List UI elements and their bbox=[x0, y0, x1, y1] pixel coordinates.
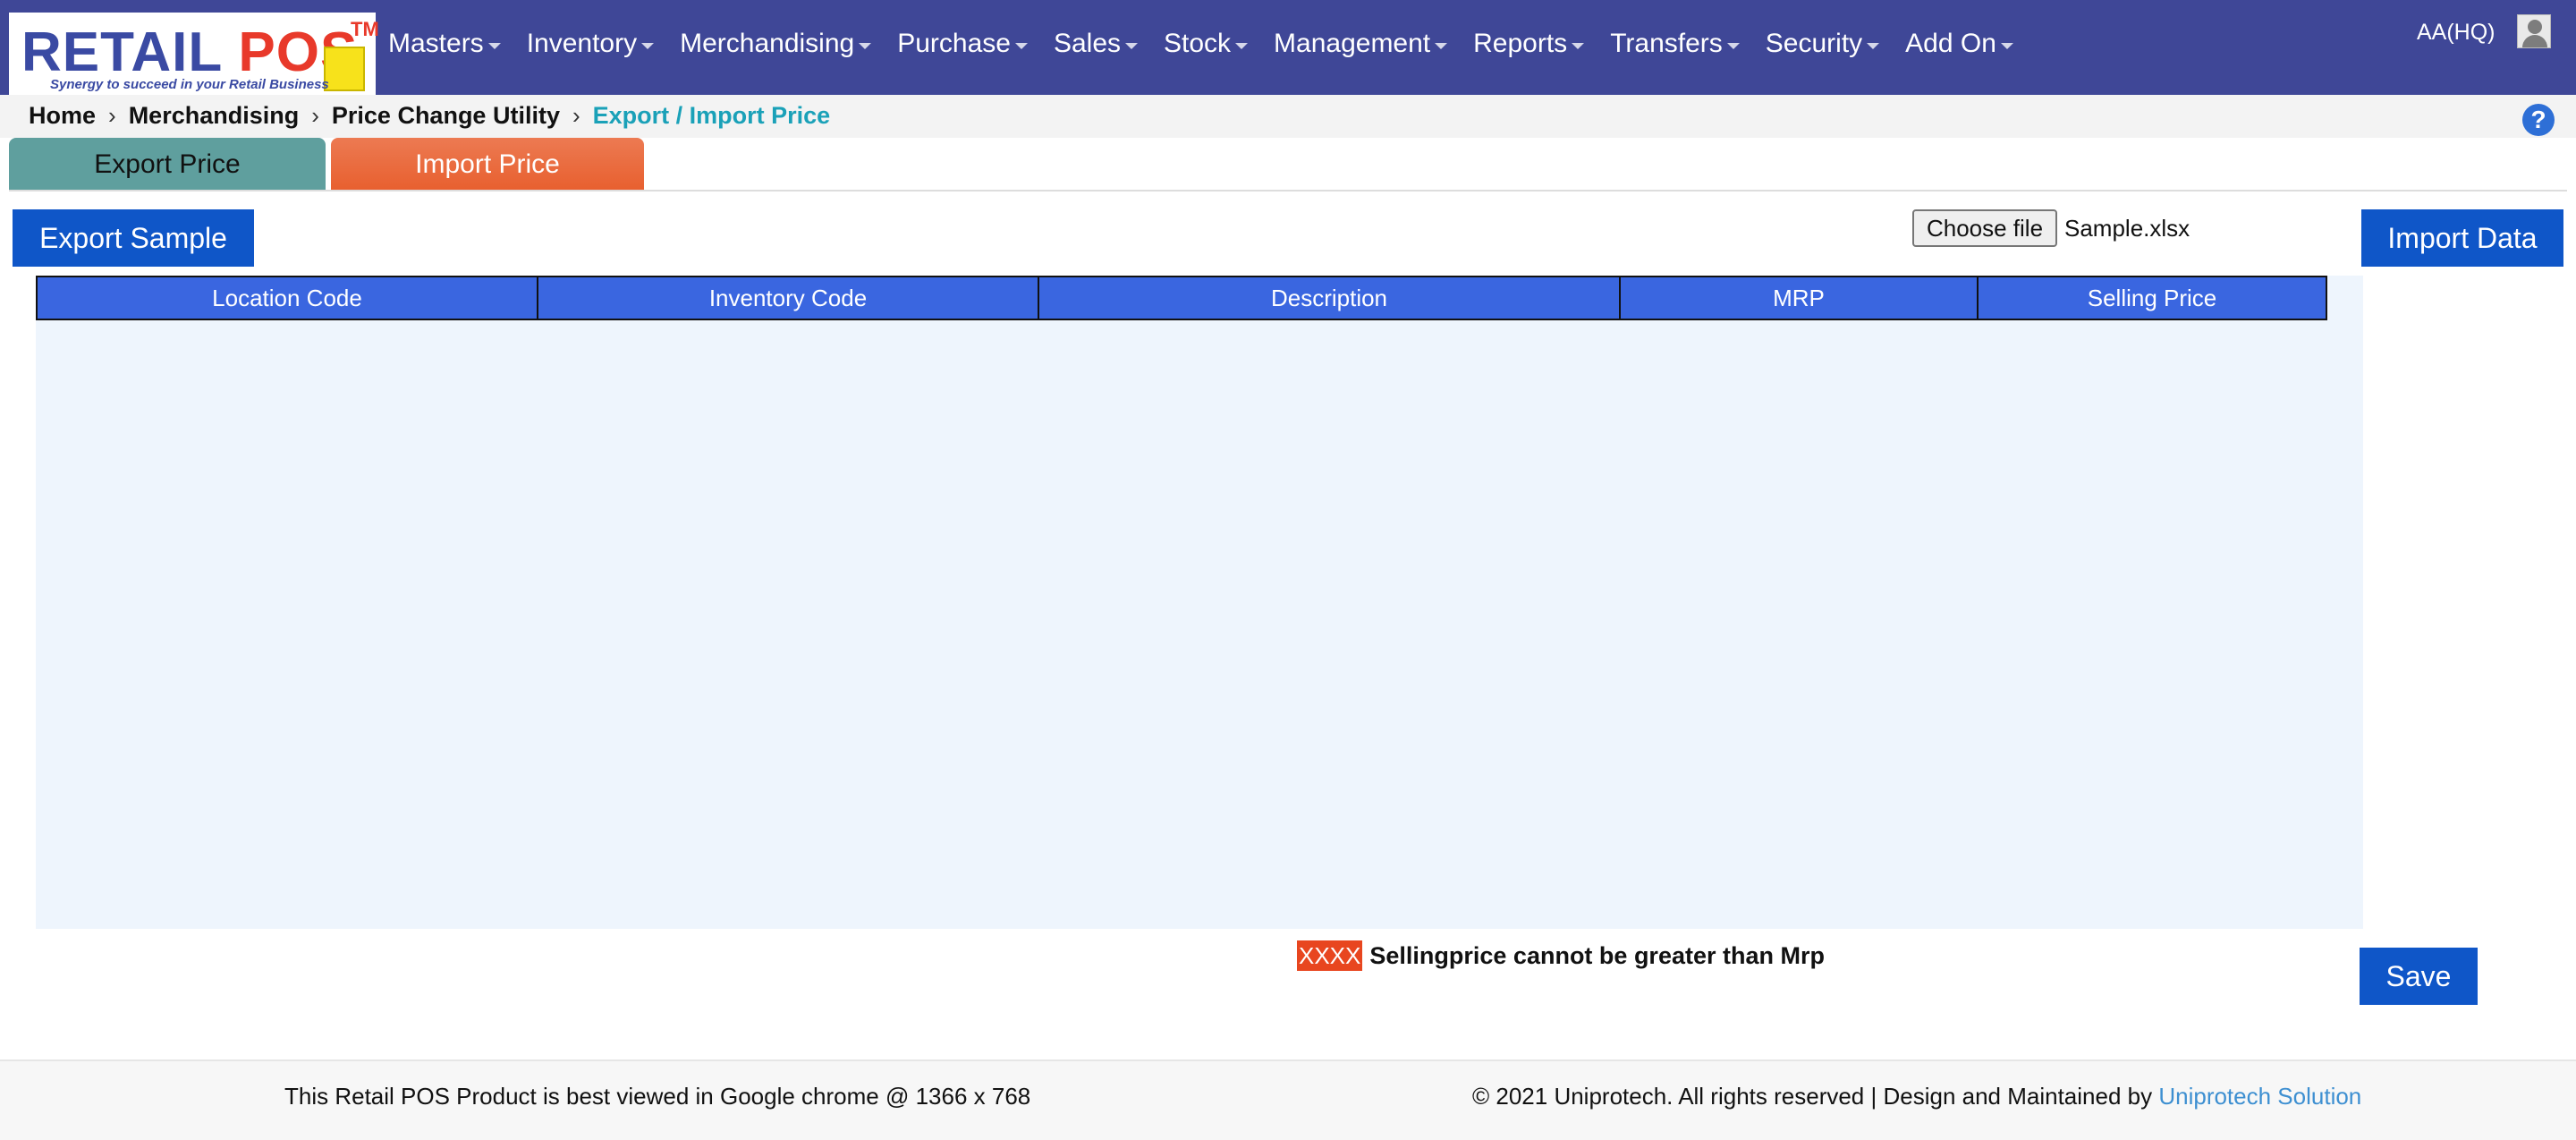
user-name[interactable]: AA(HQ) bbox=[2417, 20, 2496, 46]
tab-export-price[interactable]: Export Price bbox=[9, 138, 326, 191]
menu-stock[interactable]: Stock bbox=[1164, 29, 1249, 59]
menu-masters[interactable]: Masters bbox=[388, 29, 501, 59]
column-header-inventory-code: Inventory Code bbox=[538, 277, 1039, 319]
tabs-divider bbox=[9, 190, 2567, 191]
breadcrumb-current: Export / Import Price bbox=[592, 102, 831, 129]
top-navbar: RETAIL POS TM Synergy to succeed in your… bbox=[0, 0, 2576, 101]
caret-down-icon bbox=[859, 42, 872, 49]
caret-down-icon bbox=[641, 42, 655, 49]
price-table-body bbox=[36, 276, 2363, 929]
menu-reports[interactable]: Reports bbox=[1473, 29, 1585, 59]
menu-security[interactable]: Security bbox=[1766, 29, 1880, 59]
breadcrumb-separator: › bbox=[311, 102, 319, 129]
logo-square-icon bbox=[324, 47, 365, 91]
validation-legend: XXXX Sellingprice cannot be greater than… bbox=[1297, 940, 1825, 971]
choose-file-button[interactable]: Choose file bbox=[1912, 209, 2057, 247]
help-icon[interactable]: ? bbox=[2522, 104, 2555, 136]
menu-sales[interactable]: Sales bbox=[1054, 29, 1138, 59]
caret-down-icon bbox=[1014, 42, 1028, 49]
caret-down-icon bbox=[487, 42, 501, 49]
breadcrumb-merchandising[interactable]: Merchandising bbox=[129, 102, 300, 130]
column-header-location-code: Location Code bbox=[38, 277, 538, 319]
retail-pos-logo[interactable]: RETAIL POS TM Synergy to succeed in your… bbox=[9, 13, 379, 101]
footer: This Retail POS Product is best viewed i… bbox=[0, 1059, 2576, 1140]
tab-import-price[interactable]: Import Price bbox=[331, 138, 644, 191]
column-header-mrp: MRP bbox=[1621, 277, 1979, 319]
user-avatar-icon[interactable] bbox=[2517, 14, 2551, 48]
logo-wordmark: RETAIL POS bbox=[21, 21, 359, 83]
breadcrumb-home[interactable]: Home bbox=[29, 102, 96, 130]
menu-merchandising[interactable]: Merchandising bbox=[680, 29, 872, 59]
column-header-selling-price: Selling Price bbox=[2087, 284, 2217, 311]
menu-transfers[interactable]: Transfers bbox=[1610, 29, 1740, 59]
legend-error-swatch: XXXX bbox=[1297, 940, 1363, 971]
legend-text: Sellingprice cannot be greater than Mrp bbox=[1369, 941, 1825, 969]
breadcrumb-separator: › bbox=[108, 102, 116, 129]
menu-management[interactable]: Management bbox=[1274, 29, 1448, 59]
caret-down-icon bbox=[1572, 42, 1585, 49]
menu-add-on[interactable]: Add On bbox=[1905, 29, 2013, 59]
main-menu: Masters Inventory Merchandising Purchase… bbox=[388, 29, 2039, 59]
import-data-button[interactable]: Import Data bbox=[2361, 209, 2563, 267]
caret-down-icon bbox=[2000, 42, 2013, 49]
breadcrumb: Home › Merchandising › Price Change Util… bbox=[29, 102, 830, 130]
caret-down-icon bbox=[1235, 42, 1249, 49]
caret-down-icon bbox=[1867, 42, 1880, 49]
menu-purchase[interactable]: Purchase bbox=[897, 29, 1028, 59]
export-sample-button[interactable]: Export Sample bbox=[13, 209, 254, 267]
breadcrumb-bar: Home › Merchandising › Price Change Util… bbox=[0, 95, 2576, 138]
caret-down-icon bbox=[1125, 42, 1138, 49]
price-table-header: Location Code Inventory Code Description… bbox=[36, 276, 2327, 320]
column-header-description: Description bbox=[1039, 277, 1621, 319]
footer-copyright-text: © 2021 Uniprotech. All rights reserved |… bbox=[1472, 1083, 2153, 1110]
save-button[interactable]: Save bbox=[2360, 948, 2478, 1005]
footer-browser-note: This Retail POS Product is best viewed i… bbox=[284, 1083, 1031, 1110]
logo-trademark: TM bbox=[351, 18, 379, 40]
caret-down-icon bbox=[1726, 42, 1740, 49]
footer-copyright: © 2021 Uniprotech. All rights reserved |… bbox=[1472, 1083, 2361, 1110]
footer-company-link[interactable]: Uniprotech Solution bbox=[2158, 1083, 2361, 1110]
caret-down-icon bbox=[1435, 42, 1448, 49]
breadcrumb-separator: › bbox=[572, 102, 580, 129]
selected-file-name: Sample.xlsx bbox=[2064, 215, 2190, 242]
breadcrumb-price-change-utility[interactable]: Price Change Utility bbox=[332, 102, 560, 130]
menu-inventory[interactable]: Inventory bbox=[527, 29, 655, 59]
logo-tagline: Synergy to succeed in your Retail Busine… bbox=[50, 77, 329, 92]
